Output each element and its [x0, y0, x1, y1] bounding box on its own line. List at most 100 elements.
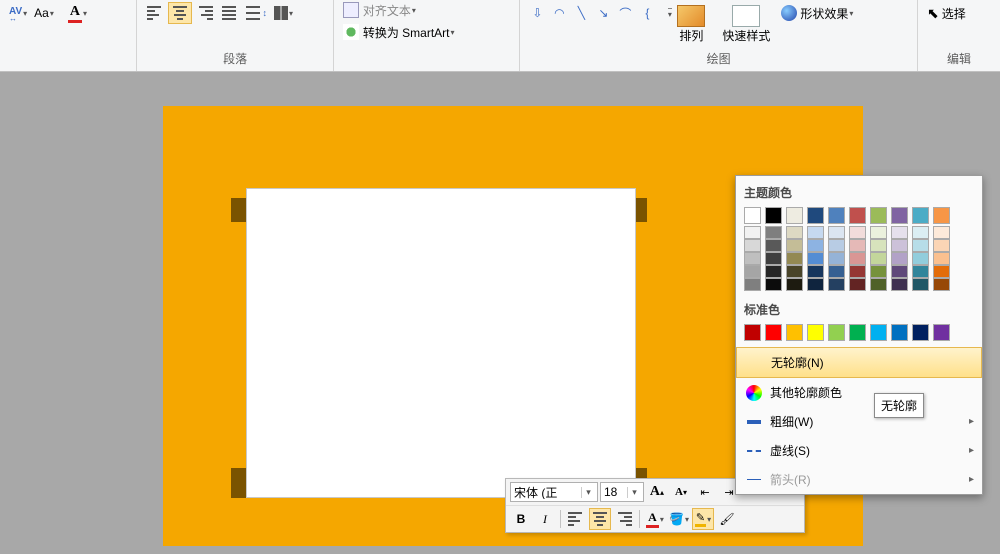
color-swatch[interactable] — [870, 207, 887, 224]
color-swatch[interactable] — [849, 207, 866, 224]
color-swatch[interactable] — [912, 278, 929, 291]
color-swatch[interactable] — [870, 252, 887, 265]
align-right-mini-button[interactable] — [613, 508, 635, 530]
shape-fill-mini-button[interactable]: 🪣▾ — [668, 508, 690, 530]
align-center-button[interactable] — [168, 2, 192, 24]
dashes-menu-item[interactable]: 虚线(S) ▸ — [736, 436, 982, 465]
shape-brace-button[interactable]: { — [636, 2, 658, 24]
color-swatch[interactable] — [849, 226, 866, 239]
color-swatch[interactable] — [765, 265, 782, 278]
bold-button[interactable]: B — [510, 508, 532, 530]
align-left-button[interactable] — [143, 2, 167, 24]
align-center-mini-button[interactable] — [589, 508, 611, 530]
color-swatch[interactable] — [870, 265, 887, 278]
arrange-button[interactable]: 排列 — [668, 2, 714, 46]
color-swatch[interactable] — [828, 324, 845, 341]
color-swatch[interactable] — [933, 239, 950, 252]
color-swatch[interactable] — [891, 265, 908, 278]
color-swatch[interactable] — [765, 278, 782, 291]
color-swatch[interactable] — [933, 252, 950, 265]
shape-outline-mini-button[interactable]: ✎▾ — [692, 508, 714, 530]
align-justify-button[interactable] — [218, 2, 242, 24]
align-text-button[interactable]: 对齐文本▾ — [340, 0, 514, 20]
color-swatch[interactable] — [849, 252, 866, 265]
color-swatch[interactable] — [765, 324, 782, 341]
color-swatch[interactable] — [891, 239, 908, 252]
color-swatch[interactable] — [765, 239, 782, 252]
color-swatch[interactable] — [891, 324, 908, 341]
color-swatch[interactable] — [765, 207, 782, 224]
color-swatch[interactable] — [912, 265, 929, 278]
color-swatch[interactable] — [807, 265, 824, 278]
color-swatch[interactable] — [933, 324, 950, 341]
shape-connector-button[interactable]: ↘ — [592, 2, 614, 24]
color-swatch[interactable] — [912, 324, 929, 341]
color-swatch[interactable] — [828, 265, 845, 278]
no-outline-menu-item[interactable]: 无轮廓(N) — [736, 347, 982, 378]
color-swatch[interactable] — [786, 265, 803, 278]
color-swatch[interactable] — [891, 278, 908, 291]
color-swatch[interactable] — [828, 207, 845, 224]
font-size-combo[interactable]: ▾ — [600, 482, 644, 502]
color-swatch[interactable] — [912, 226, 929, 239]
color-swatch[interactable] — [849, 265, 866, 278]
font-name-input[interactable] — [511, 485, 581, 499]
arrows-menu-item[interactable]: 箭头(R) ▸ — [736, 465, 982, 494]
color-swatch[interactable] — [912, 207, 929, 224]
font-size-input[interactable] — [601, 485, 627, 499]
color-swatch[interactable] — [786, 278, 803, 291]
font-name-combo[interactable]: ▾ — [510, 482, 598, 502]
align-left-mini-button[interactable] — [565, 508, 587, 530]
color-swatch[interactable] — [807, 278, 824, 291]
char-spacing-button[interactable]: AV ↔ ▾ — [6, 2, 30, 24]
font-color-mini-button[interactable]: A▾ — [644, 508, 666, 530]
color-swatch[interactable] — [849, 239, 866, 252]
align-right-button[interactable] — [193, 2, 217, 24]
color-swatch[interactable] — [828, 252, 845, 265]
color-swatch[interactable] — [786, 324, 803, 341]
convert-smartart-button[interactable]: 转换为 SmartArt▾ — [340, 22, 514, 42]
shrink-font-button[interactable]: A▾ — [670, 481, 692, 503]
dropdown-icon[interactable]: ▾ — [627, 487, 641, 498]
grow-font-button[interactable]: A▴ — [646, 481, 668, 503]
color-swatch[interactable] — [870, 278, 887, 291]
color-swatch[interactable] — [765, 252, 782, 265]
color-swatch[interactable] — [912, 239, 929, 252]
color-swatch[interactable] — [744, 265, 761, 278]
color-swatch[interactable] — [828, 278, 845, 291]
change-case-button[interactable]: Aa▾ — [31, 2, 57, 24]
shape-cloud-button[interactable]: ◠ — [548, 2, 570, 24]
shape-curve-button[interactable]: ⌒ — [614, 2, 636, 24]
color-swatch[interactable] — [765, 226, 782, 239]
shape-line-button[interactable]: ╲ — [570, 2, 592, 24]
color-swatch[interactable] — [891, 207, 908, 224]
color-swatch[interactable] — [891, 252, 908, 265]
color-swatch[interactable] — [744, 278, 761, 291]
color-swatch[interactable] — [786, 239, 803, 252]
color-swatch[interactable] — [849, 278, 866, 291]
color-swatch[interactable] — [828, 226, 845, 239]
color-swatch[interactable] — [870, 324, 887, 341]
color-swatch[interactable] — [744, 226, 761, 239]
color-swatch[interactable] — [744, 252, 761, 265]
color-swatch[interactable] — [744, 239, 761, 252]
select-button[interactable]: ⬉ 选择 — [924, 2, 994, 24]
more-outline-colors-menu-item[interactable]: 其他轮廓颜色 — [736, 378, 982, 407]
color-swatch[interactable] — [933, 265, 950, 278]
color-swatch[interactable] — [786, 207, 803, 224]
color-swatch[interactable] — [807, 226, 824, 239]
color-swatch[interactable] — [933, 226, 950, 239]
content-placeholder[interactable] — [246, 188, 636, 498]
color-swatch[interactable] — [786, 226, 803, 239]
color-swatch[interactable] — [912, 252, 929, 265]
color-swatch[interactable] — [744, 324, 761, 341]
italic-button[interactable]: I — [534, 508, 556, 530]
color-swatch[interactable] — [807, 207, 824, 224]
dropdown-icon[interactable]: ▾ — [581, 487, 595, 498]
color-swatch[interactable] — [744, 207, 761, 224]
line-spacing-button[interactable]: ↕ — [243, 2, 270, 24]
color-swatch[interactable] — [786, 252, 803, 265]
color-swatch[interactable] — [870, 226, 887, 239]
font-color-button[interactable]: A▾ — [65, 2, 90, 24]
shape-effects-button[interactable]: 形状效果▾ — [778, 2, 888, 24]
